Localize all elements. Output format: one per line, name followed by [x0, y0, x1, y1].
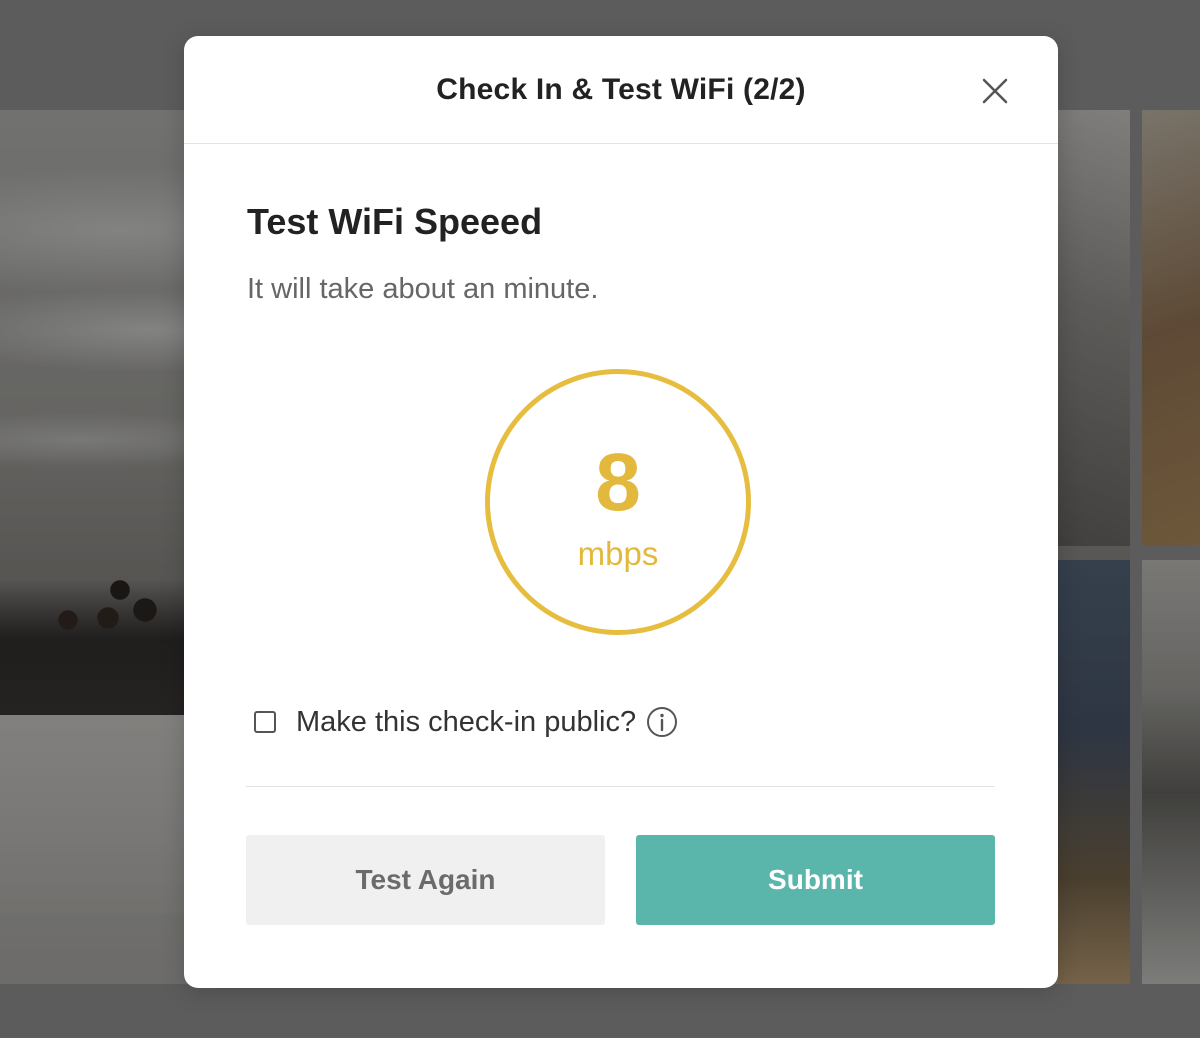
- close-button[interactable]: [980, 76, 1010, 106]
- test-again-button[interactable]: Test Again: [246, 835, 605, 925]
- speed-value: 8: [595, 437, 641, 528]
- check-in-modal: Check In & Test WiFi (2/2) Test WiFi Spe…: [184, 36, 1058, 988]
- page: Check In & Test WiFi (2/2) Test WiFi Spe…: [0, 0, 1200, 1038]
- modal-header: Check In & Test WiFi (2/2): [184, 36, 1058, 144]
- public-checkin-row: Make this check-in public?: [254, 702, 678, 742]
- submit-button[interactable]: Submit: [636, 835, 995, 925]
- info-icon[interactable]: [646, 706, 678, 738]
- speed-gauge: 8 mbps: [485, 369, 751, 635]
- modal-title: Check In & Test WiFi (2/2): [436, 72, 806, 106]
- speed-test-heading: Test WiFi Speeed: [247, 201, 543, 242]
- public-checkin-label[interactable]: Make this check-in public?: [296, 706, 636, 739]
- speed-test-subtitle: It will take about an minute.: [247, 273, 599, 305]
- divider: [246, 786, 995, 787]
- close-icon: [982, 78, 1008, 104]
- speed-unit: mbps: [577, 535, 659, 572]
- public-checkin-checkbox[interactable]: [254, 711, 276, 733]
